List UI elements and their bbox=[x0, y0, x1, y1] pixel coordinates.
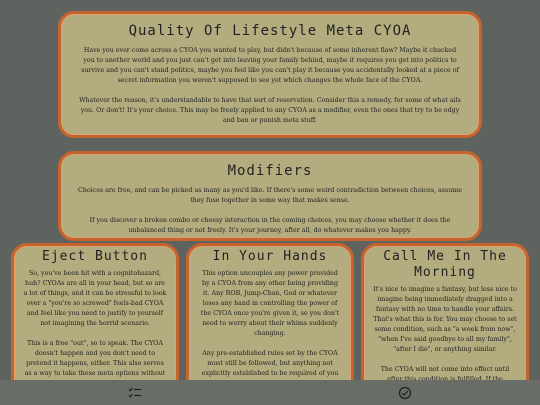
check-circle-icon[interactable] bbox=[396, 384, 414, 402]
intro-paragraph-1: Have you ever come across a CYOA you wan… bbox=[81, 47, 459, 84]
choice-title: In Your Hands bbox=[212, 249, 328, 264]
intro-paragraph-2: Whatever the reason, it's understandable… bbox=[79, 97, 461, 124]
choice-paragraph: This option uncouples any power provided… bbox=[200, 270, 340, 337]
choice-title: Eject Button bbox=[42, 249, 148, 264]
page-title: Quality Of Lifestyle Meta CYOA bbox=[128, 23, 412, 39]
modifiers-title: Modifiers bbox=[227, 163, 313, 179]
intro-card: Quality Of Lifestyle Meta CYOA Have you … bbox=[58, 11, 482, 138]
choice-paragraph: So, you've been hit with a cognitohazard… bbox=[23, 270, 167, 327]
choice-in-your-hands[interactable]: In Your Hands This option uncouples any … bbox=[186, 243, 354, 403]
choice-call-me-in-the-morning[interactable]: Call Me In The Morning It's nice to imag… bbox=[361, 243, 529, 403]
bottom-toolbar bbox=[0, 380, 540, 405]
choice-paragraph: It's nice to imagine a fantasy, but less… bbox=[373, 286, 517, 353]
choice-eject-button[interactable]: Eject Button So, you've been hit with a … bbox=[11, 243, 179, 403]
choice-title: Call Me In The Morning bbox=[383, 249, 507, 280]
checklist-icon[interactable] bbox=[126, 384, 144, 402]
modifiers-card: Modifiers Choices are free, and can be p… bbox=[58, 151, 482, 241]
modifiers-paragraph-2: If you discover a broken combo or cheesy… bbox=[89, 217, 451, 234]
modifiers-paragraph-1: Choices are free, and can be picked as m… bbox=[78, 187, 462, 204]
